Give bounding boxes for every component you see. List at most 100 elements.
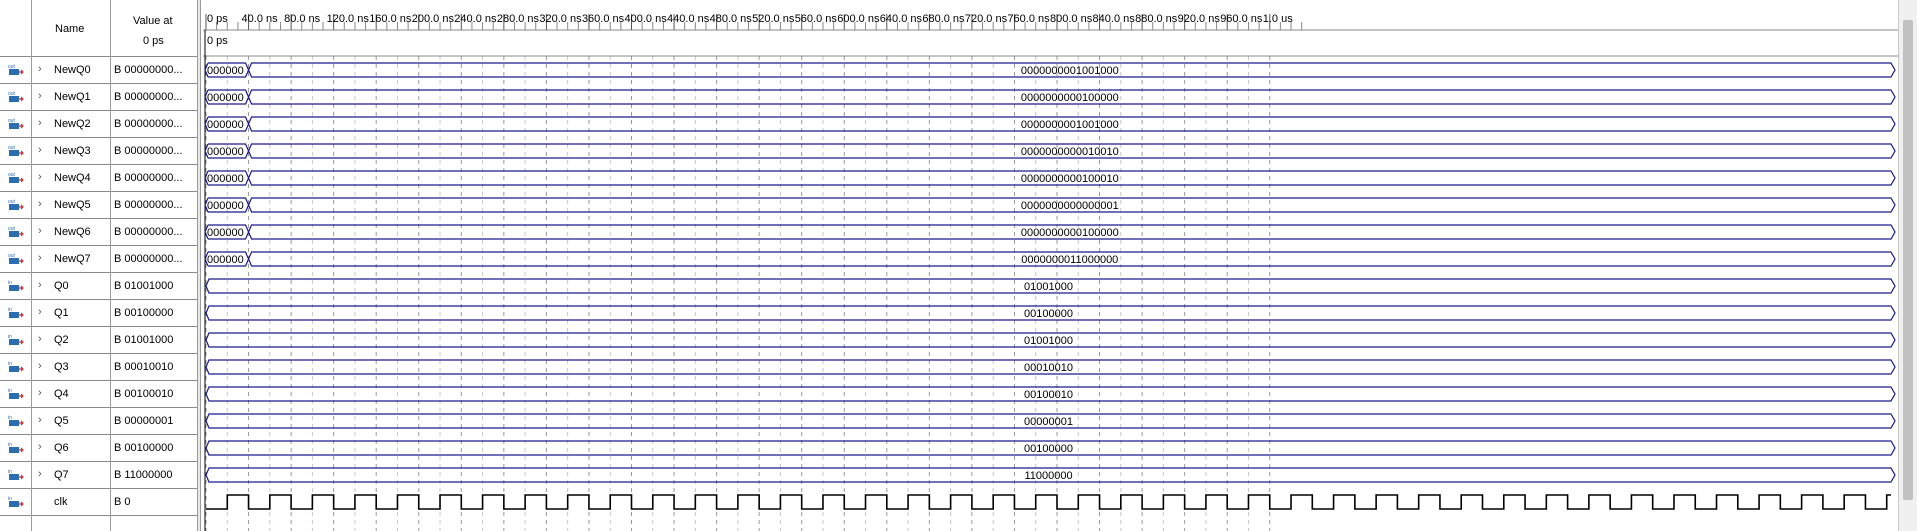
signal-name[interactable]: NewQ1 xyxy=(54,91,91,103)
timeline-tick-label: 960.0 ns xyxy=(1220,13,1263,25)
input-pin-icon: in xyxy=(8,496,24,507)
output-pin-icon: out xyxy=(8,199,24,210)
timeline-tick-label: 320.0 ns xyxy=(539,13,582,25)
input-pin-icon: in xyxy=(8,280,24,291)
name-column-header[interactable]: Name xyxy=(55,23,84,35)
expand-chevron-icon[interactable]: › xyxy=(38,144,42,156)
input-pin-icon: in xyxy=(8,307,24,318)
signal-row[interactable]: in › Q7 B 11000000 xyxy=(0,462,197,489)
signal-name[interactable]: NewQ4 xyxy=(54,172,91,184)
signal-value: B 00000000... xyxy=(114,64,183,76)
vertical-scrollbar[interactable] xyxy=(1898,0,1917,531)
signal-row[interactable]: in › Q1 B 00100000 xyxy=(0,300,197,327)
bus-value-label: 0000000000000001 xyxy=(1021,200,1119,212)
waveform-canvas[interactable]: 0 ps 40.0 ns 80.0 ns 120.0 ns 160.0 ns 200.0 … xyxy=(203,0,1900,531)
timeline-tick-label: 400.0 ns xyxy=(625,13,668,25)
signal-name[interactable]: Q6 xyxy=(54,442,69,454)
signal-value: B 00000000... xyxy=(114,226,183,238)
expand-chevron-icon[interactable]: › xyxy=(38,279,42,291)
signal-row[interactable]: out › NewQ3 B 00000000... xyxy=(0,138,197,165)
timeline-tick-label: 920.0 ns xyxy=(1178,13,1221,25)
bus-initial-value: 000000 xyxy=(207,65,244,77)
signal-value: B 11000000 xyxy=(114,469,173,481)
input-pin-icon: in xyxy=(8,442,24,453)
signal-name[interactable]: clk xyxy=(54,496,67,508)
signal-name[interactable]: NewQ2 xyxy=(54,118,91,130)
timeline-tick-label: 600.0 ns xyxy=(837,13,880,25)
timeline-tick-label: 160.0 ns xyxy=(369,13,412,25)
expand-chevron-icon[interactable]: › xyxy=(38,306,42,318)
output-pin-icon: out xyxy=(8,145,24,156)
bus-value-label: 0000000000100000 xyxy=(1021,92,1119,104)
timeline-tick-label: 200.0 ns xyxy=(412,13,455,25)
expand-chevron-icon[interactable]: › xyxy=(38,333,42,345)
expand-chevron-icon[interactable]: › xyxy=(38,117,42,129)
icon-column-divider xyxy=(31,0,32,531)
input-pin-icon: in xyxy=(8,334,24,345)
signal-row[interactable]: out › NewQ6 B 00000000... xyxy=(0,219,197,246)
signal-name[interactable]: NewQ6 xyxy=(54,226,91,238)
expand-chevron-icon[interactable]: › xyxy=(38,414,42,426)
expand-chevron-icon[interactable]: › xyxy=(38,171,42,183)
signal-list-panel: Name Value at 0 ps out › NewQ0 B 00000000..… xyxy=(0,0,197,531)
timeline-tick-label: 680.0 ns xyxy=(922,13,965,25)
timeline-tick-label: 40.0 ns xyxy=(242,13,279,25)
expand-chevron-icon[interactable]: › xyxy=(38,468,42,480)
input-pin-icon: in xyxy=(8,388,24,399)
signal-name[interactable]: Q1 xyxy=(54,307,69,319)
signal-name[interactable]: Q5 xyxy=(54,415,69,427)
signal-row[interactable]: out › NewQ5 B 00000000... xyxy=(0,192,197,219)
timeline-tick-label: 120.0 ns xyxy=(327,13,370,25)
pane-splitter[interactable] xyxy=(197,0,201,531)
signal-row[interactable]: in › Q2 B 01001000 xyxy=(0,327,197,354)
signal-name[interactable]: Q7 xyxy=(54,469,69,481)
signal-name[interactable]: NewQ3 xyxy=(54,145,91,157)
output-pin-icon: out xyxy=(8,226,24,237)
signal-row[interactable]: in › Q3 B 00010010 xyxy=(0,354,197,381)
signal-name[interactable]: Q0 xyxy=(54,280,69,292)
expand-chevron-icon[interactable]: › xyxy=(38,198,42,210)
signal-row[interactable]: in › Q0 B 01001000 xyxy=(0,273,197,300)
bus-initial-value: 000000 xyxy=(207,146,244,158)
expand-chevron-icon[interactable]: › xyxy=(38,360,42,372)
signal-name[interactable]: Q3 xyxy=(54,361,69,373)
signal-value: B 00000000... xyxy=(114,91,183,103)
signal-row[interactable]: in › Q5 B 00000001 xyxy=(0,408,197,435)
signal-row[interactable]: out › NewQ2 B 00000000... xyxy=(0,111,197,138)
signal-value: B 00000000... xyxy=(114,253,183,265)
signal-row[interactable]: out › NewQ7 B 00000000... xyxy=(0,246,197,273)
timeline-tick-label: 440.0 ns xyxy=(667,13,710,25)
bus-initial-value: 000000 xyxy=(207,200,244,212)
signal-name[interactable]: NewQ5 xyxy=(54,199,91,211)
bus-value-label: 01001000 xyxy=(1024,335,1073,347)
expand-chevron-icon[interactable]: › xyxy=(38,441,42,453)
bus-initial-value: 000000 xyxy=(207,227,244,239)
signal-row[interactable]: out › NewQ4 B 00000000... xyxy=(0,165,197,192)
waveform-pane[interactable]: 0 ps 40.0 ns 80.0 ns 120.0 ns 160.0 ns 200.0 … xyxy=(203,0,1900,531)
signal-row[interactable]: in › Q4 B 00100010 xyxy=(0,381,197,408)
signal-name[interactable]: NewQ0 xyxy=(54,64,91,76)
timeline-tick-label: 360.0 ns xyxy=(582,13,625,25)
signal-row[interactable]: out › NewQ1 B 00000000... xyxy=(0,84,197,111)
signal-row[interactable]: in › Q6 B 00100000 xyxy=(0,435,197,462)
timeline-tick-label: 880.0 ns xyxy=(1135,13,1178,25)
signal-name[interactable]: Q4 xyxy=(54,388,69,400)
input-pin-icon: in xyxy=(8,415,24,426)
expand-chevron-icon[interactable]: › xyxy=(38,225,42,237)
timeline-tick-label: 1.0 us xyxy=(1263,13,1293,25)
signal-name[interactable]: NewQ7 xyxy=(54,253,91,265)
scrollbar-thumb[interactable] xyxy=(1903,20,1913,500)
value-column-header[interactable]: Value at xyxy=(133,15,173,27)
expand-chevron-icon[interactable]: › xyxy=(38,63,42,75)
expand-chevron-icon[interactable]: › xyxy=(38,252,42,264)
expand-chevron-icon[interactable]: › xyxy=(38,90,42,102)
signal-row[interactable]: out › NewQ0 B 00000000... xyxy=(0,57,197,84)
expand-chevron-icon[interactable]: › xyxy=(38,387,42,399)
waveform-viewer: Name Value at 0 ps out › NewQ0 B 00000000..… xyxy=(0,0,1917,531)
signal-value: B 01001000 xyxy=(114,280,174,292)
signal-row[interactable]: in›clkB 0 xyxy=(0,489,197,516)
timeline-tick-label: 520.0 ns xyxy=(752,13,795,25)
signal-name[interactable]: Q2 xyxy=(54,334,69,346)
value-column-divider[interactable] xyxy=(110,0,111,531)
timeline-tick-label: 560.0 ns xyxy=(795,13,838,25)
